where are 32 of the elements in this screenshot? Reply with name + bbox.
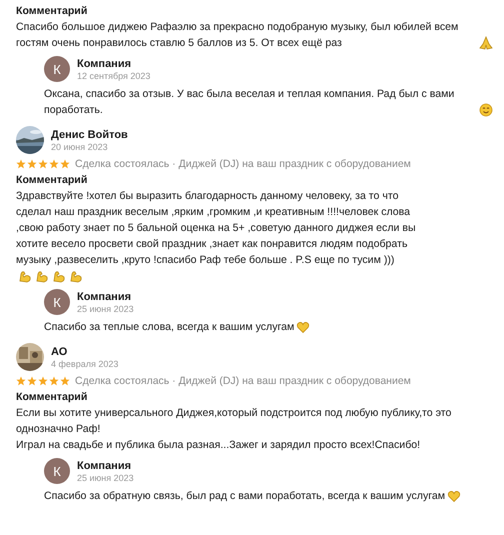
- company-avatar: К: [44, 289, 70, 315]
- heart-icon: [296, 320, 310, 334]
- comment-heading: Комментарий: [16, 173, 88, 188]
- deal-info: Сделка состоялась · Диджей (DJ) на ваш праздник с оборудованием: [75, 375, 411, 387]
- reply-date: 25 июня 2023: [77, 304, 134, 314]
- reply-date: 25 июня 2023: [77, 472, 134, 482]
- flexed-arm-icon: [52, 269, 66, 283]
- flexed-arm-icon: [69, 269, 83, 283]
- reviewer-name: Денис Войтов: [51, 128, 128, 140]
- flexed-arm-icon: [18, 269, 32, 283]
- reply-text: Оксана, спасибо за отзыв. У вас была веселая и теплая компания. Рад был с вами поработать.: [44, 87, 456, 118]
- comment-text: Играл на свадьбе и публика была разная...Зажег и зарядил просто всех!Спасибо!: [16, 439, 420, 451]
- comment-heading: Комментарий: [16, 4, 88, 19]
- comment-text: Если вы хотите универсального Диджея,который подстроится под любую публику,то это однозначно Раф!: [16, 407, 452, 435]
- comment-heading: Комментарий: [16, 390, 88, 405]
- reply-date: 12 сентября 2023: [77, 70, 150, 80]
- deal-info: Сделка состоялась · Диджей (DJ) на ваш праздник с оборудованием: [75, 158, 411, 170]
- flexed-arm-icon: [35, 269, 49, 283]
- company-name: Компания: [77, 460, 132, 472]
- company-name: Компания: [77, 290, 132, 302]
- review-date: 20 июня 2023: [51, 142, 109, 152]
- comment-text: Здравствуйте !хотел бы выразить благодарность данному человеку, за то что сделал наш праздник веселым ,ярким ,громким ,и креативным !!!!человек слова ,свою работу знает по 5 бальной оценка на 5+ ,советую данного диджея если вы хотите весело просвети свой праздник ,знает как понравится людям подобрать музыку ,развеселить ,круто !спасибо Раф тебе больше . P.S еще по тусим ))): [16, 189, 417, 268]
- company-name: Компания: [77, 58, 132, 70]
- heart-icon: [447, 489, 462, 503]
- company-avatar: К: [44, 458, 70, 484]
- smiley-icon: [479, 103, 493, 117]
- reply-text: Спасибо за теплые слова, всегда к вашим услугам: [44, 320, 294, 335]
- reviewer-name: АО: [51, 346, 68, 358]
- comment-text: Спасибо большое диджею Рафаэлю за прекрасно подобраную музыку, был юбилей всем гостям очень понравилось ставлю 5 баллов из 5. От всех ещё раз: [16, 20, 460, 51]
- company-avatar: К: [44, 56, 70, 82]
- reply-text: Спасибо за обратную связь, был рад с вами поработать, всегда к вашим услугам: [44, 489, 446, 504]
- review-date: 4 февраля 2023: [51, 358, 118, 368]
